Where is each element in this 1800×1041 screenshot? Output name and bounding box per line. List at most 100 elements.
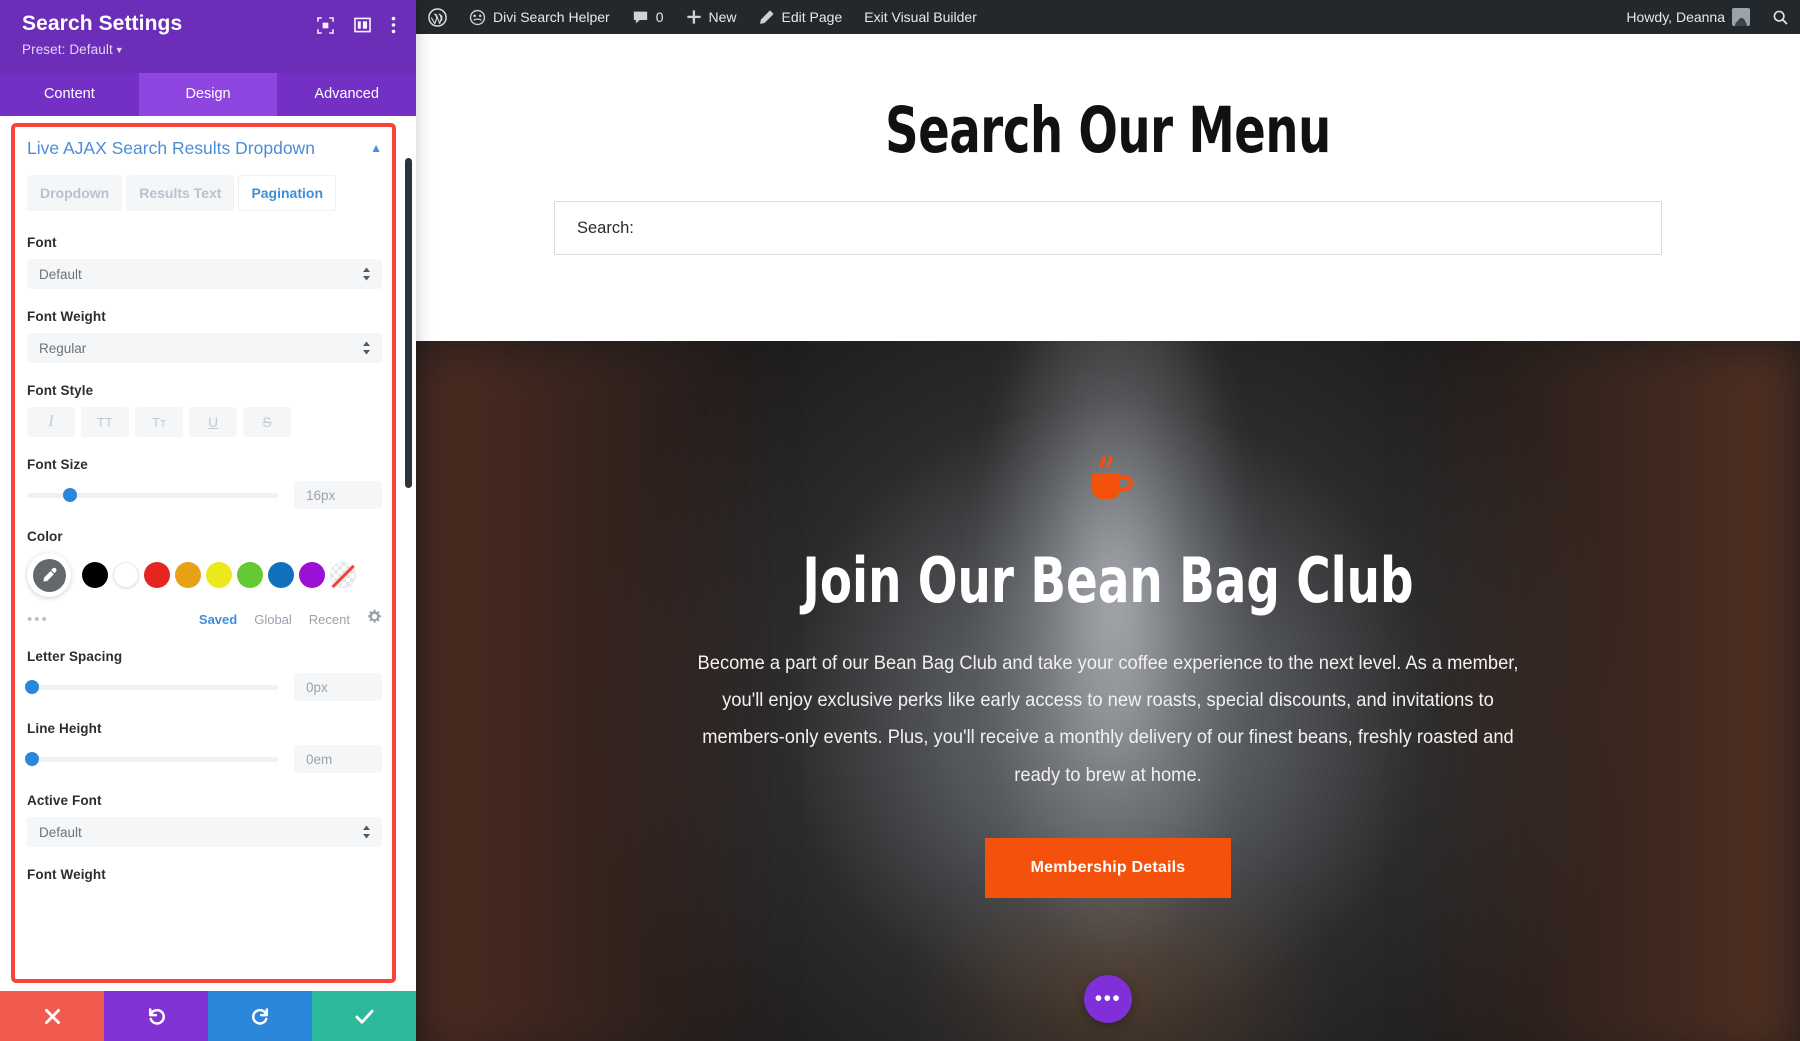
line-height-slider-handle[interactable] [25,752,40,767]
account-menu[interactable]: Howdy, Deanna [1615,0,1761,34]
italic-icon[interactable]: I [27,407,75,438]
membership-details-button[interactable]: Membership Details [984,837,1232,898]
panel-title: Search Settings [22,12,183,35]
color-picker-button[interactable] [27,553,71,598]
search-input-label: Search: [577,218,634,237]
swatch-red[interactable] [144,562,170,589]
check-icon [354,1009,374,1024]
avatar [1732,8,1750,26]
swatch-black[interactable] [82,562,108,589]
builder-floating-menu-button[interactable]: ••• [1084,975,1132,1024]
admin-bar-right-group: Howdy, Deanna [1615,0,1800,34]
font-select[interactable]: Default [27,259,382,290]
comments-menu[interactable]: 0 [621,0,675,34]
new-content-menu[interactable]: New [675,0,748,34]
panel-header: Search Settings Preset: Default ▼ [0,0,416,74]
palette-tab-recent[interactable]: Recent [309,612,350,627]
chevron-updown-icon [362,341,371,355]
letter-spacing-field: Letter Spacing 0px [25,649,382,702]
search-field-wrapper: Search: [416,201,1800,256]
module-name-label: Live AJAX Search Results Dropdown [27,138,315,159]
module-subtab-bar: Dropdown Results Text Pagination [27,175,382,212]
tab-advanced[interactable]: Advanced [277,73,417,117]
letter-spacing-value[interactable]: 0px [294,673,382,702]
subtab-dropdown[interactable]: Dropdown [27,175,123,212]
module-settings-panel: Search Settings Preset: Default ▼ Conten… [0,0,417,1041]
active-font-value: Default [39,824,82,840]
undo-button[interactable] [104,991,208,1041]
palette-meta-row: ••• Saved Global Recent [27,609,382,629]
font-weight-select[interactable]: Regular [27,333,382,364]
site-name-menu[interactable]: Divi Search Helper [458,0,621,34]
more-vertical-icon[interactable] [391,16,396,39]
active-font-select[interactable]: Default [27,817,382,848]
color-field: Color ••• Saved Global Recent [27,529,382,629]
redo-icon [251,1007,268,1025]
exit-visual-builder-link[interactable]: Exit Visual Builder [853,0,988,34]
tab-design[interactable]: Design [138,73,278,117]
font-size-value[interactable]: 16px [294,481,382,510]
wordpress-logo-button[interactable] [416,0,458,34]
admin-search-button[interactable] [1761,0,1800,34]
edit-page-label: Edit Page [781,9,843,25]
strikethrough-icon[interactable]: S [243,407,291,438]
panel-body: Live AJAX Search Results Dropdown ▲ Drop… [0,116,416,991]
search-icon [1773,10,1788,25]
line-height-label: Line Height [27,721,102,737]
subtab-results-text[interactable]: Results Text [126,175,235,212]
panel-scrollbar[interactable] [405,158,412,489]
letter-spacing-slider-handle[interactable] [25,680,40,695]
gear-icon[interactable] [367,609,382,629]
plus-icon [686,10,701,24]
panel-scroll-area: Live AJAX Search Results Dropdown ▲ Drop… [0,116,416,991]
swatch-green[interactable] [237,562,263,589]
subtab-pagination[interactable]: Pagination [238,175,336,212]
font-select-value: Default [39,266,82,282]
font-size-slider-handle[interactable] [62,488,77,503]
line-height-value[interactable]: 0em [294,745,382,774]
focus-target-icon[interactable] [317,16,334,39]
active-font-field: Active Font Default [27,793,382,848]
letter-spacing-slider[interactable] [25,680,278,695]
dashboard-gauge-icon [469,9,486,25]
search-input[interactable]: Search: [554,201,1662,256]
palette-more-button[interactable]: ••• [27,612,49,627]
howdy-label: Howdy, Deanna [1626,9,1725,25]
swatch-purple[interactable] [299,562,325,589]
swatch-yellow[interactable] [206,562,232,589]
layout-columns-icon[interactable] [354,17,371,38]
font-style-label: Font Style [27,383,94,399]
palette-tab-saved[interactable]: Saved [199,612,237,627]
palette-tab-global[interactable]: Global [254,612,292,627]
hero-title: Join Our Bean Bag Club [802,544,1414,618]
line-height-field: Line Height 0em [25,721,382,774]
page-title: Search Our Menu [885,94,1331,167]
active-font-weight-label: Font Weight [27,867,106,883]
uppercase-icon[interactable]: TT [81,407,129,438]
search-section: Search Our Menu Search: [416,34,1800,342]
comment-bubble-icon [633,11,647,23]
undo-icon [148,1007,165,1025]
line-height-slider[interactable] [25,752,278,767]
chevron-updown-icon [362,825,371,839]
swatch-orange[interactable] [175,562,201,589]
save-changes-button[interactable] [312,991,416,1041]
panel-action-bar [0,991,416,1041]
preset-label: Preset: Default [22,42,113,58]
edit-page-link[interactable]: Edit Page [748,0,854,34]
font-size-slider[interactable] [27,488,278,503]
module-name-header[interactable]: Live AJAX Search Results Dropdown ▲ [27,138,382,159]
new-label: New [708,9,737,25]
redo-button[interactable] [208,991,312,1041]
preset-selector[interactable]: Preset: Default ▼ [22,42,182,57]
font-size-field: Font Size 16px [27,457,382,510]
swatch-blue[interactable] [268,562,294,589]
tab-content[interactable]: Content [0,73,139,117]
site-name-label: Divi Search Helper [493,9,610,25]
underline-icon[interactable]: U [189,407,237,438]
swatch-transparent[interactable] [330,562,356,589]
capitalize-icon[interactable]: Tт [135,407,183,438]
swatch-white[interactable] [113,562,139,589]
font-weight-field: Font Weight Regular [27,309,382,364]
cancel-changes-button[interactable] [0,991,104,1041]
